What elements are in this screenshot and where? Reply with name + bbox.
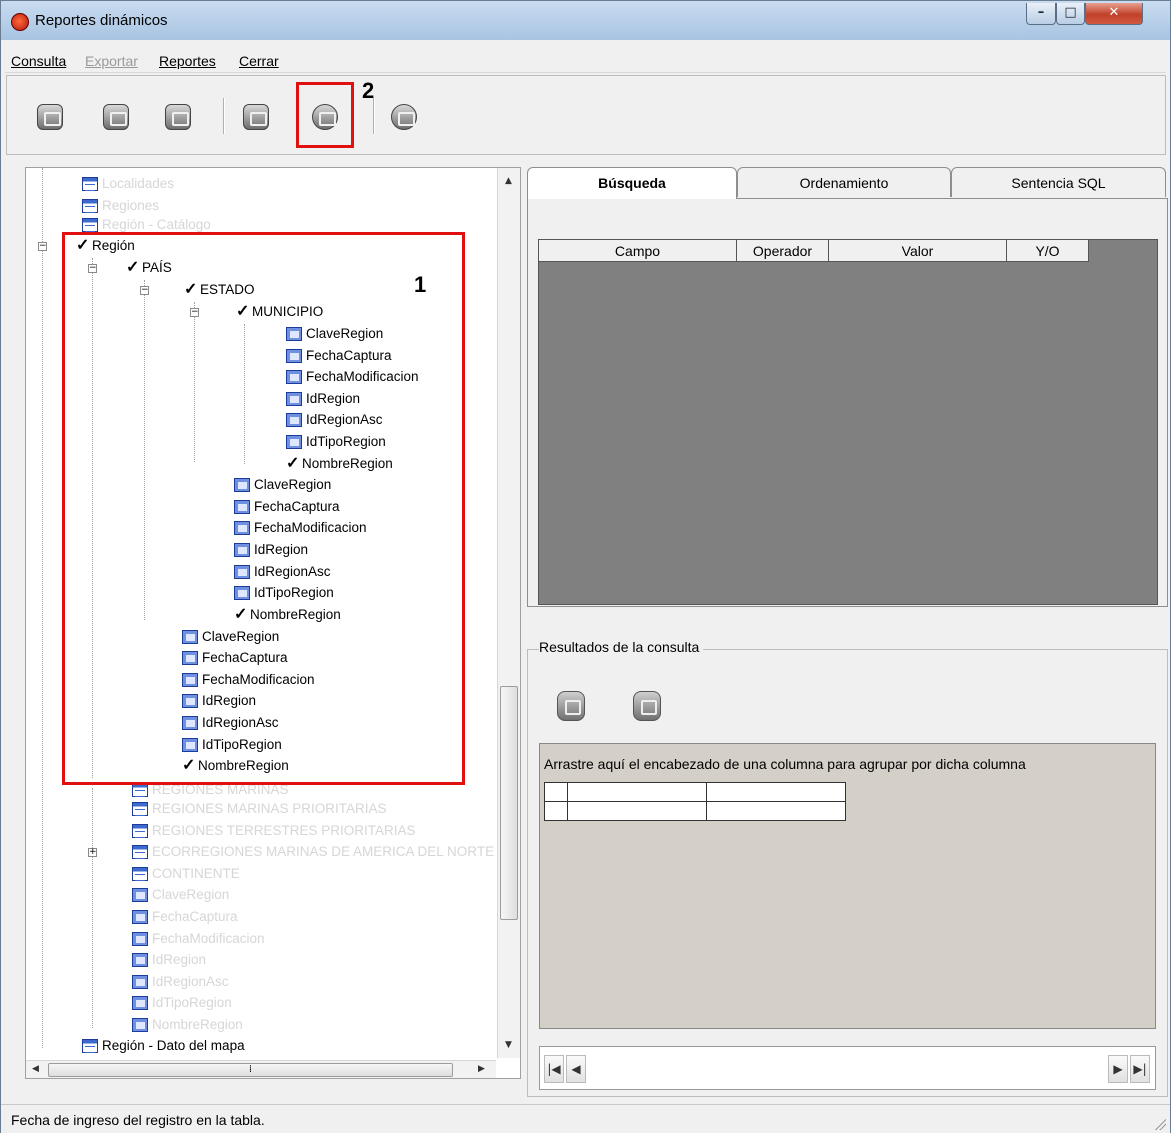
toolbar-separator — [373, 98, 375, 134]
scroll-thumb[interactable]: ⁞ — [48, 1063, 453, 1077]
app-ladybug-icon — [11, 13, 29, 31]
tab-body: Campo Operador Valor Y/O — [527, 198, 1168, 607]
tab-ordenamiento[interactable]: Ordenamiento — [737, 167, 951, 197]
tree-node-faded[interactable]: IdTipoRegion — [132, 993, 232, 1013]
menu-exportar[interactable]: Exportar — [85, 53, 138, 69]
tree-node-faded[interactable]: IdRegionAsc — [132, 972, 229, 992]
tree-expand-toggle[interactable]: + — [88, 848, 97, 857]
exit-icon[interactable] — [391, 104, 417, 130]
close-button[interactable]: ✕ — [1085, 3, 1143, 25]
tree-node-faded[interactable]: Región - Catálogo — [102, 217, 211, 232]
column-header-y-o[interactable]: Y/O — [1007, 240, 1089, 262]
app-window: Reportes dinámicos – □ ✕ Consulta Export… — [0, 0, 1171, 1133]
search-criteria-grid[interactable]: Campo Operador Valor Y/O — [538, 239, 1158, 605]
tab-sentencia-sql[interactable]: Sentencia SQL — [951, 167, 1166, 197]
maximize-button[interactable]: □ — [1056, 3, 1085, 25]
tree-node-faded[interactable]: REGIONES TERRESTRES PRIORITARIAS — [132, 821, 416, 841]
last-record-button[interactable]: ▶| — [1130, 1055, 1150, 1083]
window-title: Reportes dinámicos — [35, 12, 168, 29]
group-by-hint: Arrastre aquí el encabezado de una colum… — [544, 756, 1026, 772]
highlight-box-1 — [62, 232, 465, 785]
grid-cell[interactable] — [544, 801, 568, 821]
menu-consulta[interactable]: Consulta — [11, 53, 66, 69]
next-record-button[interactable]: ▶ — [1108, 1055, 1128, 1083]
grid-cell[interactable] — [706, 801, 846, 821]
scroll-right-arrow-icon[interactable]: ▶ — [478, 1064, 485, 1074]
results-legend: Resultados de la consulta — [539, 639, 704, 655]
scroll-down-arrow-icon[interactable]: ▼ — [505, 1040, 512, 1050]
tree-node-faded[interactable]: NombreRegion — [132, 1015, 243, 1035]
preview-icon[interactable] — [557, 691, 585, 721]
tree-node-faded[interactable]: CONTINENTE — [132, 864, 240, 884]
menu-cerrar[interactable]: Cerrar — [239, 53, 279, 69]
minimize-button[interactable]: – — [1026, 3, 1056, 25]
record-navigator: |◀ ◀ ▶ ▶| — [539, 1046, 1156, 1090]
status-bar: Fecha de ingreso del registro en la tabl… — [1, 1104, 1170, 1133]
new-query-icon[interactable] — [165, 104, 191, 130]
column-header-campo[interactable]: Campo — [539, 240, 737, 262]
tree-node-faded[interactable]: IdRegion — [132, 950, 206, 970]
tree-node-faded[interactable]: ECORREGIONES MARINAS DE AMERICA DEL NORT… — [132, 842, 494, 862]
column-header-operador[interactable]: Operador — [737, 240, 829, 262]
tree-node-faded[interactable]: FechaModificacion — [132, 929, 265, 949]
grid-icon[interactable] — [633, 691, 661, 721]
menu-reportes[interactable]: Reportes — [159, 53, 216, 69]
menu-bar: Consulta Exportar Reportes Cerrar — [5, 45, 1166, 73]
tree-vertical-scrollbar[interactable]: ▲ ▼ — [497, 168, 520, 1058]
field-tree[interactable]: Localidades Regiones Región - Catálogo −… — [25, 167, 521, 1079]
toolbar-separator — [223, 98, 225, 134]
callout-label-1: 1 — [414, 272, 427, 297]
tree-node-faded[interactable]: Localidades — [102, 176, 174, 191]
open-query-icon[interactable] — [37, 104, 63, 130]
highlight-box-2 — [296, 82, 354, 148]
prev-record-button[interactable]: ◀ — [566, 1055, 586, 1083]
toolbar: 2 — [6, 75, 1166, 155]
query-tabs: Búsqueda Ordenamiento Sentencia SQL Camp… — [527, 167, 1168, 607]
grid-cell[interactable] — [567, 801, 707, 821]
tree-node-faded[interactable]: REGIONES MARINAS PRIORITARIAS — [132, 799, 387, 819]
resize-grip-icon[interactable] — [1152, 1116, 1166, 1130]
grid-cell[interactable] — [567, 782, 707, 802]
scroll-left-arrow-icon[interactable]: ◀ — [32, 1064, 39, 1074]
results-grid[interactable]: Arrastre aquí el encabezado de una colum… — [539, 743, 1156, 1029]
status-text: Fecha de ingreso del registro en la tabl… — [11, 1112, 265, 1128]
tree-horizontal-scrollbar[interactable]: ◀ ⁞ ▶ — [26, 1060, 496, 1078]
scroll-thumb[interactable] — [500, 686, 518, 920]
tree-node-faded[interactable]: Regiones — [102, 198, 159, 213]
report-icon[interactable] — [243, 104, 269, 130]
grid-cell[interactable] — [544, 782, 568, 802]
grid-cell[interactable] — [706, 782, 846, 802]
first-record-button[interactable]: |◀ — [544, 1055, 564, 1083]
scroll-up-arrow-icon[interactable]: ▲ — [505, 176, 512, 186]
tab-busqueda[interactable]: Búsqueda — [527, 167, 737, 199]
tree-collapse-toggle[interactable]: − — [38, 242, 47, 251]
column-header-valor[interactable]: Valor — [829, 240, 1007, 262]
tree-node-region-dato-mapa[interactable]: Región - Dato del mapa — [82, 1036, 245, 1056]
title-bar[interactable]: Reportes dinámicos – □ ✕ — [1, 1, 1170, 40]
save-query-icon[interactable] — [103, 104, 129, 130]
table-icon — [82, 1039, 98, 1053]
tree-node-faded[interactable]: FechaCaptura — [132, 907, 238, 927]
tree-node-faded[interactable]: ClaveRegion — [132, 885, 229, 905]
node-label: Región - Dato del mapa — [102, 1038, 245, 1053]
